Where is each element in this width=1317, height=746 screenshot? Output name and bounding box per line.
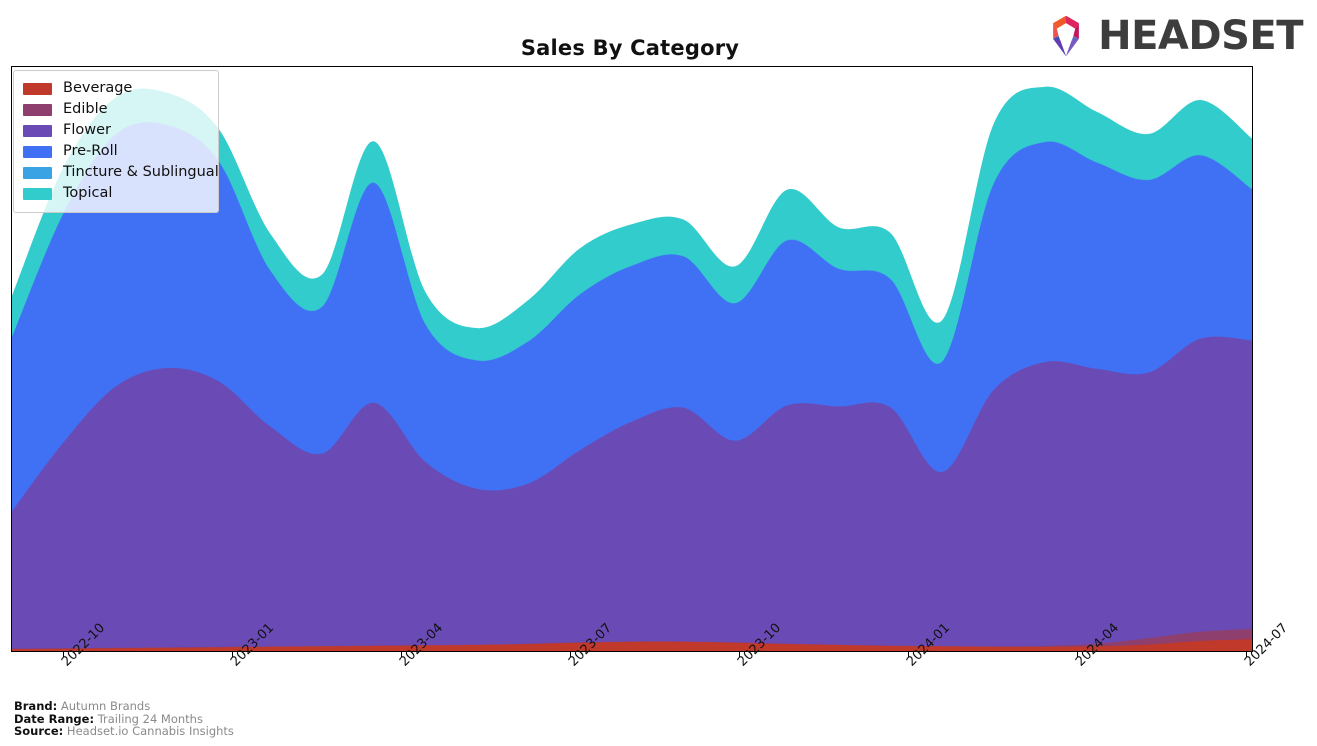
legend-swatch-icon [23,82,52,95]
legend-swatch-icon [23,124,52,137]
legend-item-label: Tincture & Sublingual [63,164,219,181]
legend-item[interactable]: Flower [23,120,209,141]
legend-swatch-icon [23,103,52,116]
legend-item-label: Pre-Roll [63,143,118,160]
legend-swatch-icon [23,166,52,179]
chart-footnotes: Brand: Autumn Brands Date Range: Trailing… [14,700,654,738]
legend-item-label: Flower [63,122,111,139]
legend-item[interactable]: Pre-Roll [23,141,209,162]
legend-item[interactable]: Topical [23,183,209,204]
footnote-value: Headset.io Cannabis Insights [63,724,234,739]
headset-wordmark: HEADSET [1098,13,1303,59]
legend-item[interactable]: Tincture & Sublingual [23,162,219,183]
legend-swatch-icon [23,187,52,200]
chart-legend: Beverage Edible Flower Pre-Roll Tincture & S… [13,70,219,213]
headset-logo: HEADSET [1043,12,1303,60]
legend-item-label: Beverage [63,80,133,97]
headset-hexagon-logo-icon [1053,15,1079,57]
legend-item-label: Topical [63,185,113,202]
footnote-key: Source: [14,724,64,739]
footnote-row: Source: Headset.io Cannabis Insights [14,725,654,738]
legend-item[interactable]: Edible [23,99,209,120]
legend-item[interactable]: Beverage [23,78,209,99]
legend-item-label: Edible [63,101,108,118]
legend-swatch-icon [23,145,52,158]
chart-page: Sales By Category HEADSET Beverage Edible… [0,0,1317,746]
